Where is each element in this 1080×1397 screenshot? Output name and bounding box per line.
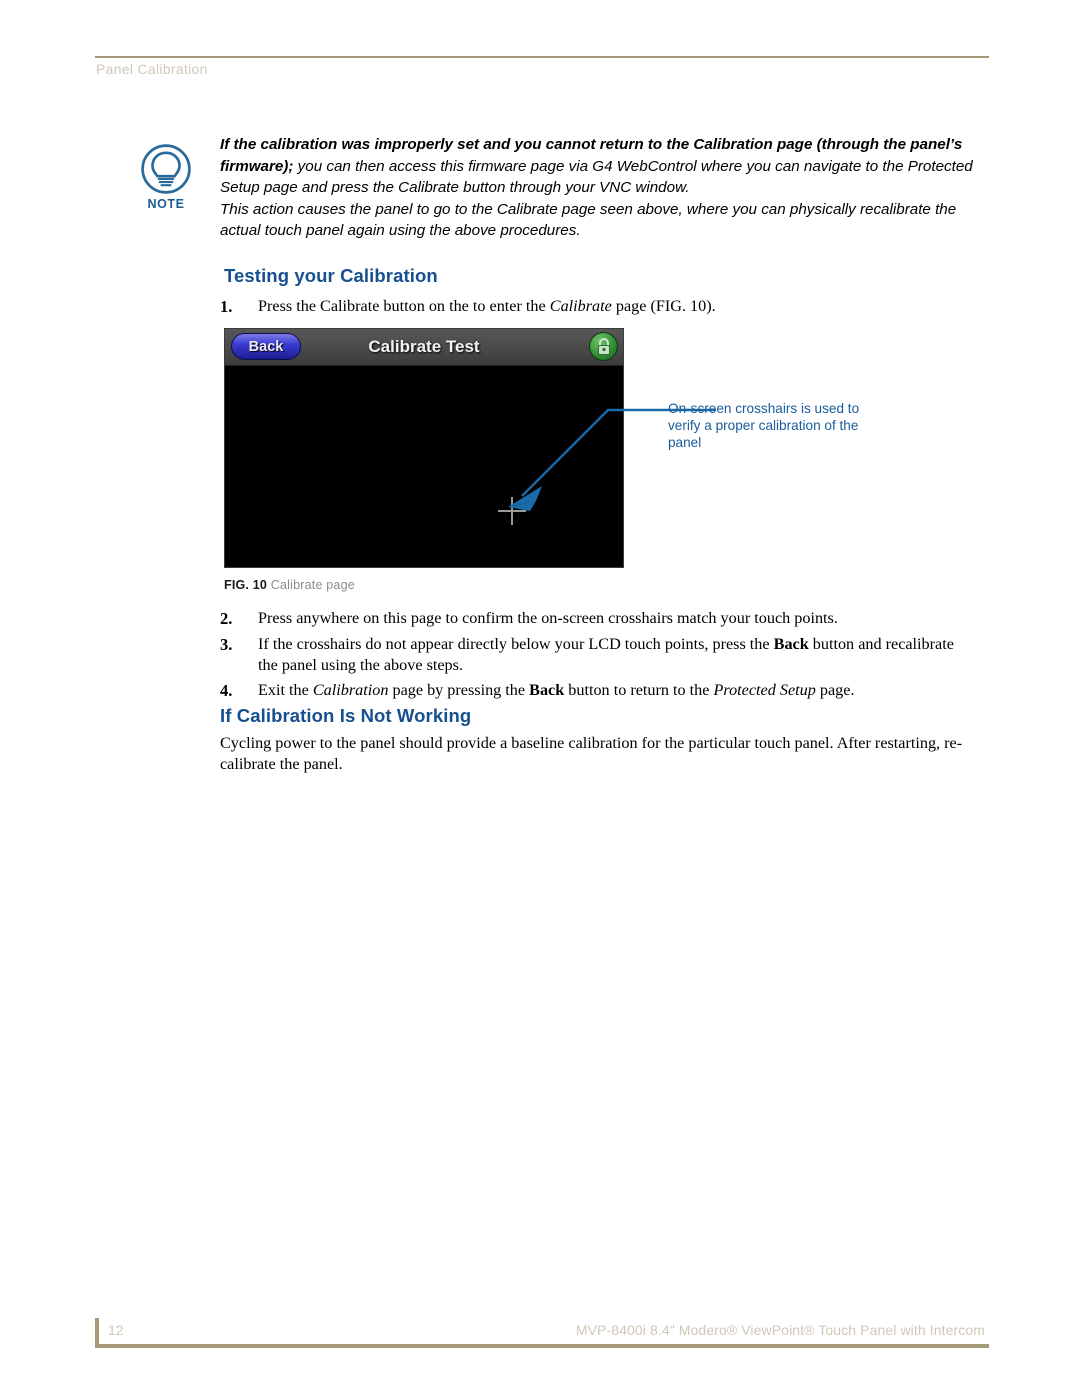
step4-part-a: Exit the: [258, 681, 313, 699]
note-icon-group: NOTE: [132, 142, 200, 211]
step-text: Press the Calibrate button on the to ent…: [258, 296, 980, 317]
paragraph-if-calibration-not-working: Cycling power to the panel should provid…: [220, 734, 963, 773]
figure-caption: FIG. 10 Calibrate page: [224, 578, 355, 592]
padlock-glyph: [597, 338, 610, 355]
step4-part-d: page.: [815, 681, 855, 699]
note-text: If the calibration was improperly set an…: [220, 134, 980, 242]
header-rule: [95, 56, 989, 58]
step-item-2: 2. Press anywhere on this page to confir…: [220, 608, 980, 629]
lightbulb-icon: [141, 144, 191, 194]
step1-part-b: page (FIG. 10).: [611, 297, 716, 315]
step-number: 2.: [220, 609, 233, 628]
figure-caption-text: Calibrate page: [270, 578, 355, 592]
step1-part-a: Press the Calibrate button on the to ent…: [258, 297, 550, 315]
step4-italic-b: Protected Setup: [713, 681, 816, 699]
step-text: Press anywhere on this page to confirm t…: [258, 609, 838, 627]
step-number: 3.: [220, 635, 233, 654]
step4-part-c: button to return to the: [564, 681, 714, 699]
step-item-1: 1. Press the Calibrate button on the to …: [220, 296, 980, 317]
step-number: 4.: [220, 681, 233, 700]
padlock-icon[interactable]: [589, 332, 618, 361]
note-rest-text: you can then access this firmware page v…: [220, 157, 973, 197]
step4-bold: Back: [529, 681, 565, 699]
heading-testing-your-calibration: Testing your Calibration: [224, 265, 438, 286]
step1-italic: Calibrate: [549, 297, 612, 315]
figure-calibrate-page: Calibrate Test Back: [224, 328, 624, 568]
step-text: If the crosshairs do not appear directly…: [258, 634, 968, 676]
step4-italic-a: Calibration: [312, 681, 389, 699]
note-second-paragraph: This action causes the panel to go to th…: [220, 200, 957, 240]
step4-part-b: page by pressing the: [388, 681, 530, 699]
footer-document-title: MVP-8400i 8.4" Modero® ViewPoint® Touch …: [575, 1322, 985, 1338]
callout-text: On-screen crosshairs is used to verify a…: [668, 401, 860, 450]
back-button[interactable]: Back: [231, 333, 301, 360]
step-item-3: 3. If the crosshairs do not appear direc…: [220, 634, 968, 676]
crosshair-icon: [498, 497, 526, 525]
footer-rule: [95, 1344, 989, 1348]
step-text: Exit the Calibration page by pressing th…: [258, 680, 980, 701]
figure-number: FIG. 10: [224, 578, 268, 592]
step-item-4: 4. Exit the Calibration page by pressing…: [220, 680, 980, 701]
step3-part-a: If the crosshairs do not appear directly…: [258, 635, 774, 653]
running-header: Panel Calibration: [96, 61, 208, 77]
step-number: 1.: [220, 297, 233, 316]
step3-bold: Back: [773, 635, 809, 653]
footer-page-number: 12: [108, 1322, 124, 1338]
crosshair-vertical: [511, 497, 513, 525]
note-icon-label: NOTE: [147, 197, 185, 211]
heading-if-calibration-is-not-working: If Calibration Is Not Working: [220, 705, 472, 726]
